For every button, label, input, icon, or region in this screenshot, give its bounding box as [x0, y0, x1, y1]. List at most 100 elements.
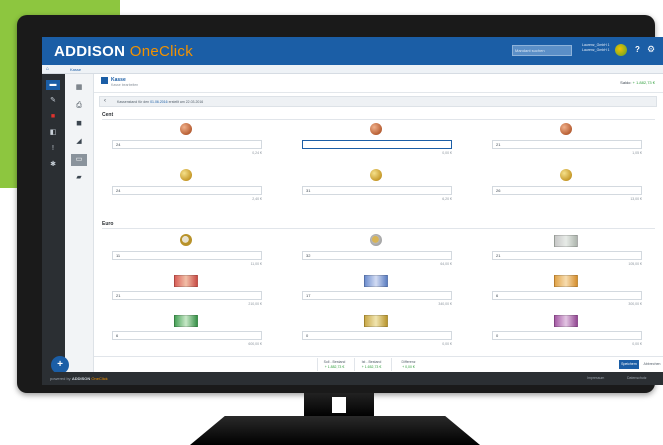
count-input[interactable]: 0	[302, 331, 452, 340]
row-sum: 1,05 €	[632, 151, 642, 155]
dashboard-icon[interactable]: ▬	[46, 80, 60, 90]
banknote-icon	[554, 315, 578, 327]
row-sum: 2,40 €	[252, 197, 262, 201]
status-brand-main: ADDISON	[71, 376, 91, 381]
count-input[interactable]: 17	[302, 291, 452, 300]
client-search-input[interactable]: Mandant suchen	[512, 45, 572, 56]
row-sum: 340,00 €	[438, 302, 452, 306]
app-screen: ADDISON OneClick Mandant suchen Laurenz_…	[42, 37, 663, 385]
user-info[interactable]: Laurenz_GmbH 1 Laurenz_GmbH 1	[582, 43, 610, 53]
denomination-cell: 0 0,00 €	[292, 314, 462, 354]
notes-divider	[102, 228, 655, 229]
count-input[interactable]: 31	[302, 186, 452, 195]
coin-cell: 31 6,20 €	[292, 169, 462, 209]
info-text: Kassenstand für den 01.06.2016 erstellt …	[117, 100, 203, 104]
marketing-stage: ADDISON OneClick Mandant suchen Laurenz_…	[0, 0, 663, 445]
count-input[interactable]: 6	[112, 331, 262, 340]
saldo-label: Saldo:	[620, 80, 632, 85]
monitor-frame: ADDISON OneClick Mandant suchen Laurenz_…	[17, 15, 663, 393]
row-sum: 6,20 €	[442, 197, 452, 201]
page-subtitle: Kasse bearbeiten	[111, 83, 139, 87]
finance-icon[interactable]: ■	[46, 112, 60, 122]
row-sum: 0,00 €	[632, 342, 642, 346]
count-input[interactable]: 6	[492, 291, 642, 300]
app-logo[interactable]: ADDISON OneClick	[54, 43, 193, 60]
denomination-cell: 0 0,00 €	[482, 314, 652, 354]
coins-divider	[102, 119, 655, 120]
coin-cell: 21 1,05 €	[482, 123, 652, 163]
info-bar: ‹ Kassenstand für den 01.06.2016 erstell…	[99, 96, 657, 107]
denomination-cell: 21 210,00 €	[102, 274, 272, 314]
imprint-link[interactable]: Impressum	[587, 376, 604, 380]
coin-cell: 24 2,40 €	[102, 169, 272, 209]
sub-item-print-icon[interactable]: ⎙	[71, 100, 87, 112]
brand-sub-text: OneClick	[129, 43, 193, 60]
home-icon[interactable]: ⌂	[46, 66, 49, 72]
info-text-after: erstellt am 22.03.2016	[168, 100, 204, 104]
soll-label: Soll - Bestand	[323, 360, 346, 364]
coin-icon	[180, 234, 192, 246]
help-icon[interactable]: ?	[635, 45, 640, 54]
diff-value: + 0,00 €	[402, 365, 415, 369]
status-bar: powered by ADDISON OneClick Impressum Da…	[42, 372, 663, 385]
saldo-display: Saldo: + 1.882,73 €	[620, 80, 655, 85]
sub-item-overview-icon[interactable]: ▦	[71, 82, 87, 94]
denomination-cell: 21 105,00 €	[482, 234, 652, 274]
denomination-cell: 17 340,00 €	[292, 274, 462, 314]
avatar[interactable]	[615, 44, 627, 56]
count-input[interactable]	[302, 140, 452, 149]
count-input[interactable]: 21	[492, 251, 642, 260]
banknote-icon	[554, 235, 578, 247]
documents-icon[interactable]: ✎	[46, 96, 60, 106]
denomination-cell: 6 600,00 €	[102, 314, 272, 354]
row-sum: 11,00 €	[250, 262, 262, 266]
back-icon[interactable]: ‹	[104, 98, 106, 104]
ist-value: + 1.652,73 €	[361, 365, 382, 369]
info-icon[interactable]: !	[46, 144, 60, 154]
row-sum: 210,00 €	[248, 302, 262, 306]
soll-bestand: Soll - Bestand + 1.882,73 €	[317, 358, 351, 371]
coin-icon	[180, 169, 192, 181]
save-button[interactable]: Speichern	[619, 360, 639, 369]
info-date[interactable]: 01.06.2016	[150, 100, 168, 104]
breadcrumb-kasse[interactable]: Kasse	[70, 67, 81, 72]
row-sum: 13,00 €	[630, 197, 642, 201]
count-input[interactable]: 21	[492, 140, 642, 149]
sub-item-stats-icon[interactable]: ◢	[71, 136, 87, 148]
settings-icon[interactable]: ✱	[46, 160, 60, 170]
brand-main: ADDISON	[54, 43, 126, 60]
sub-item-chat-icon[interactable]: ◼	[71, 118, 87, 130]
status-brand: powered by ADDISON OneClick	[50, 376, 108, 381]
banknote-icon	[364, 315, 388, 327]
monitor-stand-base	[190, 416, 480, 445]
sub-item-wallet-icon[interactable]: ▰	[71, 172, 87, 184]
info-text-before: Kassenstand für den	[117, 100, 150, 104]
coin-icon	[370, 234, 382, 246]
count-input[interactable]: 24	[112, 186, 262, 195]
count-input[interactable]: 11	[112, 251, 262, 260]
count-input[interactable]: 32	[302, 251, 452, 260]
brand-sub: OneClick	[125, 43, 193, 60]
row-sum: 64,00 €	[440, 262, 452, 266]
sub-item-kasse-icon[interactable]: ▭	[71, 154, 87, 166]
cancel-button[interactable]: Abbrechen	[642, 360, 662, 369]
saldo-value: + 1.882,73 €	[632, 80, 655, 85]
row-sum: 105,00 €	[628, 262, 642, 266]
count-input[interactable]: 0	[492, 331, 642, 340]
privacy-link[interactable]: Datenschutz	[627, 376, 646, 380]
count-input[interactable]: 26	[492, 186, 642, 195]
gear-icon[interactable]: ⚙	[647, 44, 655, 55]
row-sum: 0,00 €	[442, 151, 452, 155]
count-input[interactable]: 24	[112, 140, 262, 149]
count-input[interactable]: 21	[112, 291, 262, 300]
coin-icon	[560, 123, 572, 135]
reports-icon[interactable]: ◧	[46, 128, 60, 138]
coin-cell: 26 13,00 €	[482, 169, 652, 209]
footer-bar: Soll - Bestand + 1.882,73 € Ist - Bestan…	[94, 356, 663, 372]
sub-sidebar: ▦ ⎙ ◼ ◢ ▭ ▰	[65, 74, 94, 372]
banknote-icon	[554, 275, 578, 287]
row-sum: 0,24 €	[252, 151, 262, 155]
row-sum: 0,00 €	[442, 342, 452, 346]
user-line2: Laurenz_GmbH 1	[582, 48, 610, 52]
coins-section-title: Cent	[102, 112, 114, 118]
